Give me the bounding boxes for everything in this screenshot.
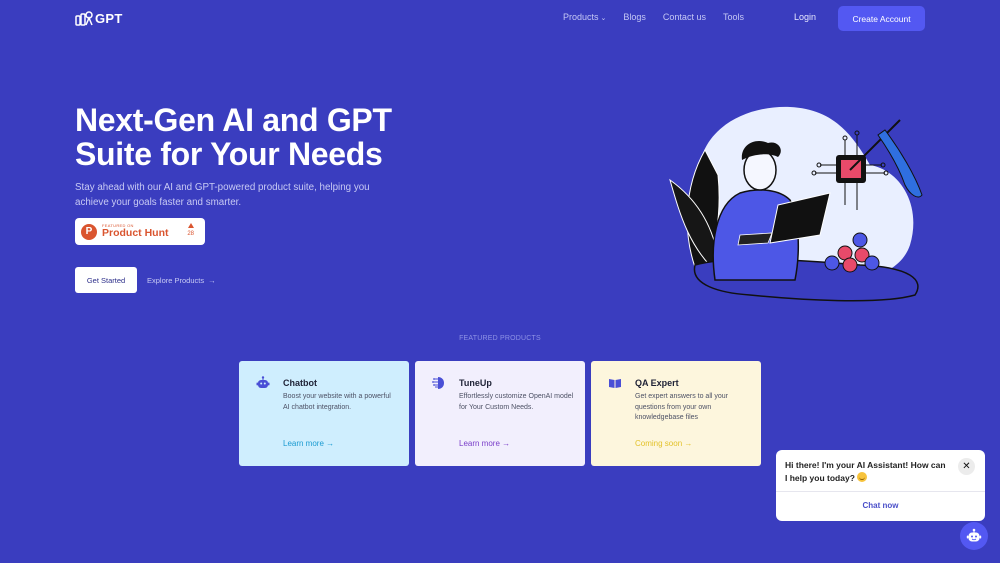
login-link[interactable]: Login xyxy=(794,12,816,22)
nav-link-tools[interactable]: Tools xyxy=(723,12,744,22)
laptop-base xyxy=(737,232,773,246)
upvote-count: 28 xyxy=(187,223,194,237)
get-started-button[interactable]: Get Started xyxy=(75,267,137,293)
upvote-triangle-icon xyxy=(187,223,194,228)
logo-icon xyxy=(75,11,93,26)
card-description: Effortlessly customize OpenAI model for … xyxy=(459,393,574,411)
card-description: Boost your website with a powerful AI ch… xyxy=(283,393,391,411)
chevron-down-icon: ⌄ xyxy=(600,15,607,22)
hero-illustration xyxy=(669,106,923,302)
hero-title-line-1: Next-Gen AI and GPT xyxy=(75,102,392,138)
explore-products-link[interactable]: Explore Products → xyxy=(147,276,216,285)
product-hunt-icon: P xyxy=(81,223,97,240)
nav-links: Products ⌄ Blogs Contact us Tools xyxy=(563,12,744,22)
chat-popup: Hi there! I'm your AI Assistant! How can… xyxy=(776,450,985,521)
learn-more-link[interactable]: Learn more → xyxy=(283,439,334,448)
robot-icon xyxy=(256,376,270,388)
logo-text: GPT xyxy=(95,10,123,26)
nav-link-contact[interactable]: Contact us xyxy=(663,12,706,22)
nav-link-products[interactable]: Products ⌄ xyxy=(563,12,606,22)
product-hunt-label: Product Hunt xyxy=(102,227,169,240)
product-hunt-badge[interactable]: P FEATURED ON Product Hunt 28 xyxy=(75,218,205,245)
card-title: TuneUp xyxy=(459,378,492,388)
product-card-qa-expert[interactable]: QA Expert Get expert answers to all your… xyxy=(591,361,761,466)
product-card-chatbot[interactable]: Chatbot Boost your website with a powerf… xyxy=(239,361,409,466)
create-account-button[interactable]: Create Account xyxy=(838,6,925,31)
card-title: Chatbot xyxy=(283,378,317,388)
upvote-number: 28 xyxy=(187,231,194,237)
learn-more-link[interactable]: Learn more → xyxy=(459,439,510,448)
divider xyxy=(776,491,985,492)
chat-message: Hi there! I'm your AI Assistant! How can… xyxy=(785,459,950,485)
hero-title-line-2: Suite for Your Needs xyxy=(75,136,383,172)
smile-emoji-icon xyxy=(857,472,868,482)
close-icon[interactable]: ✕ xyxy=(958,458,975,475)
explore-products-label: Explore Products xyxy=(147,276,205,285)
product-hunt-text: FEATURED ON Product Hunt xyxy=(102,224,169,239)
book-icon xyxy=(609,379,621,388)
nav-link-label: Products xyxy=(563,12,599,22)
hero-title: Next-Gen AI and GPT Suite for Your Needs xyxy=(75,103,435,171)
nav-link-blogs[interactable]: Blogs xyxy=(623,12,646,22)
arrow-right-icon: → xyxy=(208,276,216,285)
logo[interactable]: GPT xyxy=(75,10,123,26)
brain-circuit-icon xyxy=(432,377,444,389)
robot-icon xyxy=(966,528,982,542)
card-title: QA Expert xyxy=(635,378,679,388)
chat-launcher-button[interactable] xyxy=(960,522,988,550)
top-nav: GPT Products ⌄ Blogs Contact us Tools Log… xyxy=(0,0,1000,36)
coming-soon-link[interactable]: Coming soon → xyxy=(635,439,692,448)
card-description: Get expert answers to all your questions… xyxy=(635,393,728,421)
hero-subtitle: Stay ahead with our AI and GPT-powered p… xyxy=(75,182,370,208)
featured-products-label: FEATURED PRODUCTS xyxy=(459,335,541,342)
product-card-tuneup[interactable]: TuneUp Effortlessly customize OpenAI mod… xyxy=(415,361,585,466)
chat-now-button[interactable]: Chat now xyxy=(776,501,985,510)
